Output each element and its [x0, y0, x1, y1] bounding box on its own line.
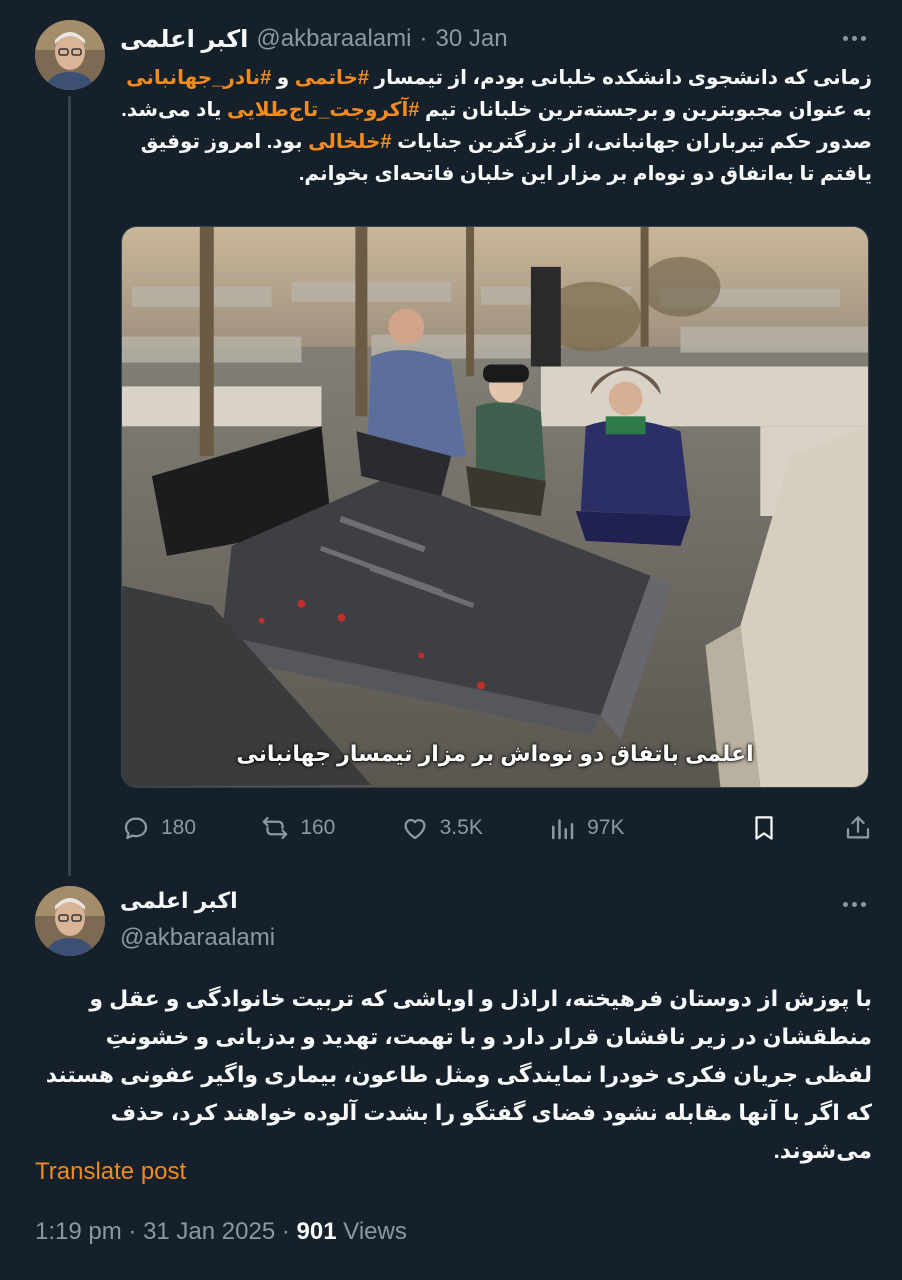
thread-connector-line [68, 96, 71, 876]
post-photo[interactable]: اعلمی باتفاق دو نوه‌اش بر مزار تیمسار جه… [121, 226, 869, 788]
hashtag-link[interactable]: #نادر_جهانبانی [126, 67, 271, 89]
post-date[interactable]: 31 Jan 2025 [143, 1218, 275, 1245]
header-separator: · [419, 25, 428, 52]
post-text-part: و [271, 67, 295, 89]
repost-button[interactable]: 160 [260, 813, 335, 843]
like-button[interactable]: 3.5K [400, 813, 483, 843]
like-count: 3.5K [439, 816, 483, 839]
repost-icon [262, 816, 288, 840]
post-text-part: زمانی که دانشجوی دانشکده خلبانی بودم، از… [369, 67, 872, 89]
share-icon [846, 816, 870, 839]
repost-count: 160 [300, 816, 336, 839]
bookmark-button[interactable] [749, 813, 779, 843]
views-count: 97K [587, 816, 625, 839]
timestamp-separator: · [128, 1218, 137, 1245]
post-header: اکبر اعلمی @akbaraalami · 30 Jan [120, 22, 862, 56]
cemetery-photo [122, 227, 868, 787]
timestamp-separator: · [281, 1218, 290, 1245]
author-name[interactable]: اکبر اعلمی [120, 25, 248, 54]
bookmark-icon [755, 816, 773, 840]
translate-post-link[interactable]: Translate post [35, 1158, 186, 1186]
post-text-part: به عنوان مجبوبترین و برجسته‌ترین خلبانان… [419, 99, 872, 121]
avatar-photo [35, 20, 105, 90]
photo-caption: اعلمی باتفاق دو نوه‌اش بر مزار تیمسار جه… [236, 741, 754, 766]
avatar[interactable] [35, 886, 105, 956]
more-options-icon[interactable] [838, 22, 870, 54]
reply-count: 180 [161, 816, 197, 839]
hashtag-link[interactable]: #آکروجت_تاج‌طلایی [227, 99, 419, 121]
post-date[interactable]: 30 Jan [435, 25, 507, 53]
views-count: 901 [296, 1218, 337, 1245]
views-button[interactable]: 97K [547, 813, 624, 843]
share-button[interactable] [843, 813, 873, 843]
analytics-icon [552, 819, 574, 840]
hashtag-link[interactable]: #خلخالی [308, 131, 391, 153]
action-bar: 180 160 3.5K 97K [121, 808, 873, 848]
reply-icon [124, 817, 148, 840]
author-handle[interactable]: @akbaraalami [256, 25, 411, 53]
more-options-icon[interactable] [838, 888, 870, 920]
avatar-photo [35, 886, 105, 956]
post-timestamp: 1:19 pm · 31 Jan 2025 · 901 Views [35, 1218, 407, 1246]
views-label: Views [343, 1218, 407, 1245]
heart-icon [404, 819, 426, 840]
hashtag-link[interactable]: #خاتمی [295, 67, 369, 89]
post-text: زمانی که دانشجوی دانشکده خلبانی بودم، از… [120, 62, 872, 190]
post-time[interactable]: 1:19 pm [35, 1218, 122, 1245]
avatar[interactable] [35, 20, 105, 90]
author-handle[interactable]: @akbaraalami [120, 924, 275, 952]
post-text: با پوزش از دوستان فرهیخته، اراذل و اوباش… [45, 986, 872, 1163]
reply-button[interactable]: 180 [121, 813, 196, 843]
author-name[interactable]: اکبر اعلمی [120, 888, 238, 914]
